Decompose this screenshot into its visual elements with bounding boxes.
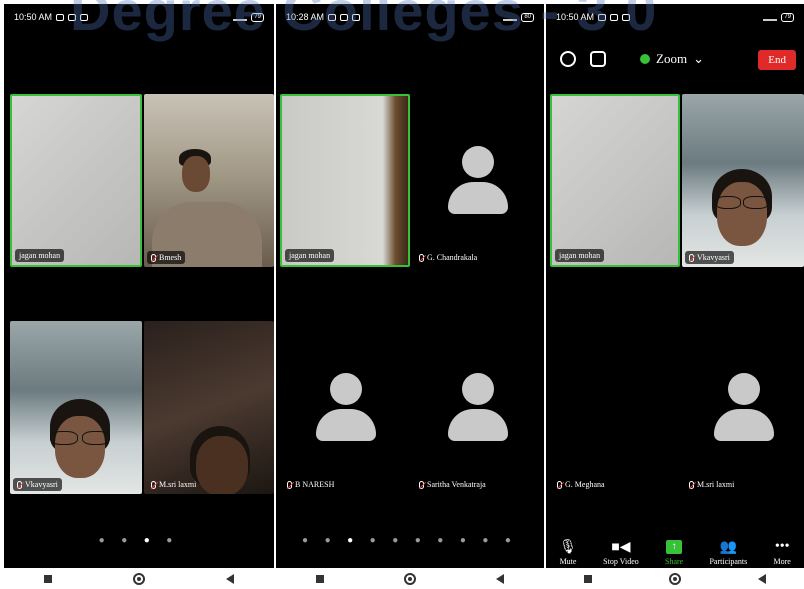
headset-icon [56, 13, 65, 21]
avatar-placeholder-icon [448, 146, 508, 214]
video-tile-bmesh[interactable]: Bmesh [144, 94, 274, 267]
muted-mic-icon [151, 253, 156, 262]
android-nav-bar-1 [4, 568, 274, 589]
back-icon[interactable] [496, 573, 504, 584]
recent-apps-icon[interactable] [584, 574, 593, 583]
video-icon [80, 13, 89, 21]
battery-icon: 79 [251, 12, 264, 22]
video-tile-msri-laxmi[interactable]: M.sri laxmi [682, 321, 804, 494]
android-nav-bar-2 [276, 568, 544, 589]
participants-icon: 👥 [719, 539, 738, 555]
muted-mic-icon [151, 480, 156, 489]
participant-name-label: Vkavyasri [13, 478, 62, 491]
encryption-shield-icon [640, 54, 650, 64]
avatar-placeholder-icon [448, 373, 508, 441]
meeting-toolbar: 🎙 Mute ■◀ Stop Video ↑ Share 👥 Participa… [546, 528, 804, 568]
video-camera-icon: ■◀ [611, 539, 631, 555]
share-button[interactable]: ↑ Share [665, 539, 683, 566]
chevron-down-icon: ⌄ [693, 51, 704, 66]
end-meeting-button[interactable]: End [758, 50, 796, 70]
status-bar: 10:50 AM 79 [546, 4, 804, 30]
signal-icon [503, 13, 518, 21]
video-tile-g-chandrakala[interactable]: G. Chandrakala [412, 94, 542, 267]
video-tile-vkavyasri[interactable]: Vkavyasri [682, 94, 804, 267]
muted-mic-icon [557, 480, 562, 489]
video-tile-g-meghana[interactable]: G. Meghana [550, 321, 680, 494]
recent-apps-icon[interactable] [316, 574, 324, 583]
meeting-info-dropdown[interactable]: Zoom ⌄ [640, 51, 704, 67]
message-icon [68, 13, 77, 21]
muted-mic-icon [689, 253, 694, 262]
video-tile-jagan-mohan[interactable]: jagan mohan [550, 94, 680, 267]
muted-mic-icon [689, 480, 694, 489]
participants-button[interactable]: 👥 Participants [709, 539, 747, 567]
participant-name-label: G. Chandrakala [415, 251, 481, 264]
muted-mic-icon [287, 480, 292, 489]
share-arrow-icon: ↑ [666, 540, 683, 554]
status-time: 10:50 AM [14, 12, 53, 22]
video-tile-b-naresh[interactable]: B NARESH [280, 321, 410, 494]
participant-name-label: Bmesh [147, 251, 186, 264]
video-tile-saritha-venkatraja[interactable]: Saritha Venkatraja [412, 321, 542, 494]
signal-icon [763, 13, 778, 21]
status-bar: 10:50 AM 79 [4, 4, 274, 30]
video-tile-vkavyasri[interactable]: Vkavyasri [10, 321, 142, 494]
video-icon [622, 13, 631, 21]
message-icon [610, 13, 619, 21]
video-tile-msri-laxmi[interactable]: M.sri laxmi [144, 321, 274, 494]
phone-screen-3: 10:50 AM 79 Zoom ⌄ End jagan mohan Vkavy… [546, 4, 804, 568]
participant-name-label: B NARESH [283, 478, 338, 491]
participant-name-label: jagan mohan [285, 249, 335, 262]
page-indicator[interactable]: ● ● ● ● [4, 535, 274, 546]
headset-icon [598, 13, 607, 21]
avatar-placeholder-icon [316, 373, 376, 441]
participant-name-label: Vkavyasri [685, 251, 734, 264]
participant-name-label: Saritha Venkatraja [415, 478, 490, 491]
status-time: 10:50 AM [556, 12, 595, 22]
muted-mic-icon [419, 480, 424, 489]
more-button[interactable]: ••• More [774, 539, 791, 566]
battery-icon: 79 [781, 12, 794, 22]
battery-icon: 80 [521, 12, 534, 22]
video-icon [352, 13, 361, 21]
participant-name-label: M.sri laxmi [685, 478, 738, 491]
participant-name-label: M.sri laxmi [147, 478, 200, 491]
video-tile-jagan-mohan[interactable]: jagan mohan [280, 94, 410, 267]
status-time: 10:28 AM [286, 12, 325, 22]
speaker-icon[interactable] [560, 51, 576, 67]
stop-video-button[interactable]: ■◀ Stop Video [603, 539, 639, 567]
headset-icon [328, 13, 337, 21]
mute-button[interactable]: 🎙 Mute [559, 539, 577, 567]
phone-screen-1: 10:50 AM 79 jagan mohan Bmesh Vkavyasri … [4, 4, 274, 568]
avatar-placeholder-icon [714, 373, 774, 441]
back-icon[interactable] [225, 573, 234, 584]
muted-mic-icon [419, 253, 424, 262]
signal-icon [233, 13, 248, 21]
video-tile-jagan-mohan[interactable]: jagan mohan [10, 94, 142, 267]
recent-apps-icon[interactable] [44, 574, 53, 583]
phone-screen-2: 10:28 AM 80 jagan mohan G. Chandrakala B… [276, 4, 544, 568]
page-indicator[interactable]: ● ● ● ● ● ● ● ● ● ● [276, 535, 544, 546]
switch-camera-icon[interactable] [590, 51, 606, 67]
home-icon[interactable] [668, 572, 681, 585]
meeting-top-bar: Zoom ⌄ End [546, 42, 804, 76]
participant-name-label: G. Meghana [553, 478, 609, 491]
participant-name-label: jagan mohan [15, 249, 65, 262]
home-icon[interactable] [404, 572, 416, 585]
home-icon[interactable] [132, 572, 145, 585]
status-bar: 10:28 AM 80 [276, 4, 544, 30]
message-icon [340, 13, 349, 21]
microphone-icon: 🎙 [559, 539, 577, 555]
android-nav-bar-3 [546, 568, 804, 589]
back-icon[interactable] [757, 573, 766, 584]
more-dots-icon: ••• [774, 539, 790, 554]
participant-name-label: jagan mohan [555, 249, 605, 262]
muted-mic-icon [17, 480, 22, 489]
